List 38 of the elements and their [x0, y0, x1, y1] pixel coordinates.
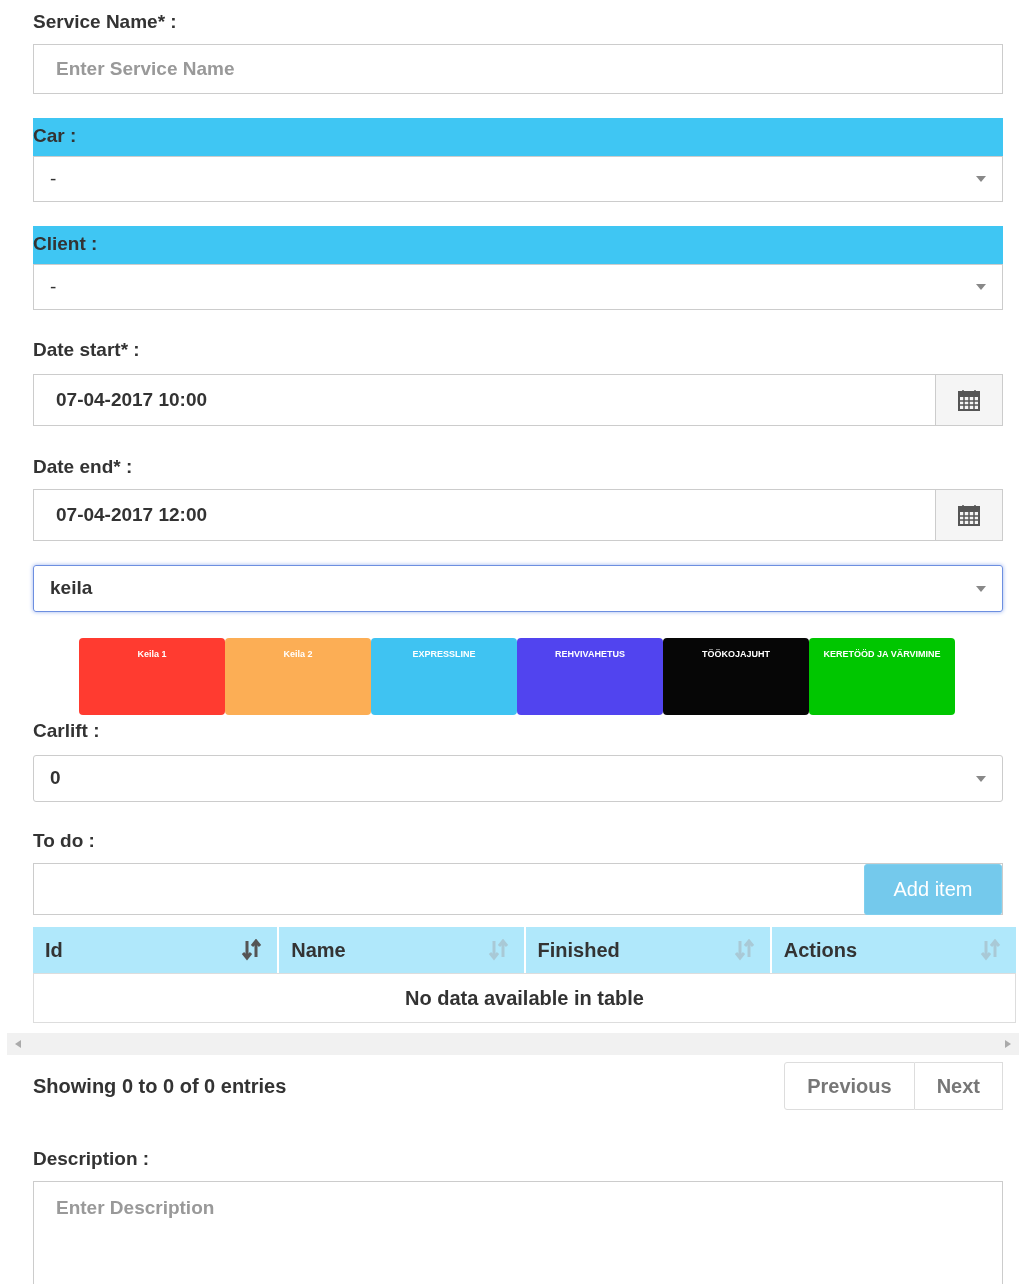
lift-button[interactable]: Keila 1: [79, 638, 225, 715]
field-label: Client :: [33, 226, 1003, 264]
field-label: To do :: [33, 829, 96, 853]
caret-icon: [976, 775, 986, 782]
date-field[interactable]: 07-04-2017 12:00: [33, 489, 936, 541]
caret-icon: [976, 176, 986, 182]
calendar-button[interactable]: [936, 489, 1003, 541]
column-header[interactable]: Finished: [523, 927, 770, 973]
scroll-left-icon[interactable]: [15, 1040, 21, 1048]
field-label: Date end* :: [33, 455, 134, 479]
select-field[interactable]: 0: [33, 755, 1003, 802]
field-label: Date start* :: [33, 338, 141, 362]
column-header[interactable]: Id: [33, 927, 278, 973]
field-label: Carlift :: [33, 719, 101, 743]
calendar-icon: [958, 389, 980, 411]
horizontal-scrollbar[interactable]: [7, 1033, 1019, 1055]
column-header[interactable]: Name: [277, 927, 524, 973]
select-field[interactable]: -: [33, 156, 1003, 202]
caret-icon: [976, 585, 986, 592]
lift-button[interactable]: REHVIVAHETUS: [517, 638, 663, 715]
select-field[interactable]: keila: [33, 565, 1003, 612]
column-header[interactable]: Actions: [769, 927, 1016, 973]
calendar-icon: [958, 504, 980, 526]
field-label: Description :: [33, 1147, 151, 1171]
description-field[interactable]: Enter Description: [33, 1181, 1003, 1284]
select-field[interactable]: -: [33, 264, 1003, 310]
field-label: Service Name* :: [33, 10, 178, 34]
empty-table-message: No data available in table: [33, 973, 1016, 1023]
lift-button[interactable]: TÖÖKOJAJUHT: [663, 638, 809, 715]
pagination-button[interactable]: Previous: [784, 1062, 915, 1110]
pagination-button[interactable]: Next: [914, 1062, 1003, 1110]
scroll-right-icon[interactable]: [1005, 1040, 1011, 1048]
calendar-button[interactable]: [936, 374, 1003, 426]
field-label: Car :: [33, 118, 1003, 156]
caret-icon: [976, 284, 986, 290]
input-field[interactable]: Enter Service Name: [33, 44, 1003, 94]
table-info: Showing 0 to 0 of 0 entries: [33, 1074, 287, 1099]
date-field[interactable]: 07-04-2017 10:00: [33, 374, 936, 426]
